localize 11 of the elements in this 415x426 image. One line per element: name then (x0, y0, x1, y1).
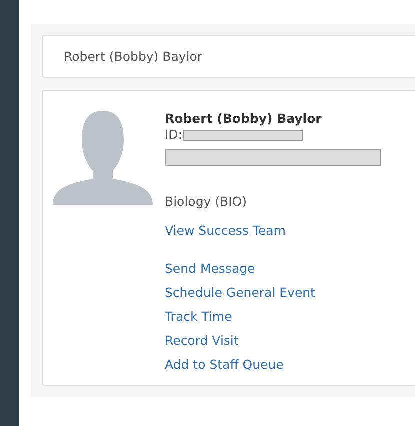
name-header: Robert (Bobby) Baylor (42, 35, 415, 78)
student-name: Robert (Bobby) Baylor (165, 111, 323, 127)
action-link[interactable]: Add to Staff Queue (165, 353, 381, 377)
success-team-link[interactable]: View Success Team (165, 219, 381, 243)
avatar-icon (53, 111, 153, 205)
program-text: Biology (BIO) (165, 194, 248, 209)
action-link[interactable]: Record Visit (165, 329, 381, 353)
id-label: ID: (165, 127, 183, 143)
action-link[interactable]: Track Time (165, 305, 381, 329)
action-link[interactable]: Send Message (165, 257, 381, 281)
action-link[interactable]: Schedule General Event (165, 281, 381, 305)
